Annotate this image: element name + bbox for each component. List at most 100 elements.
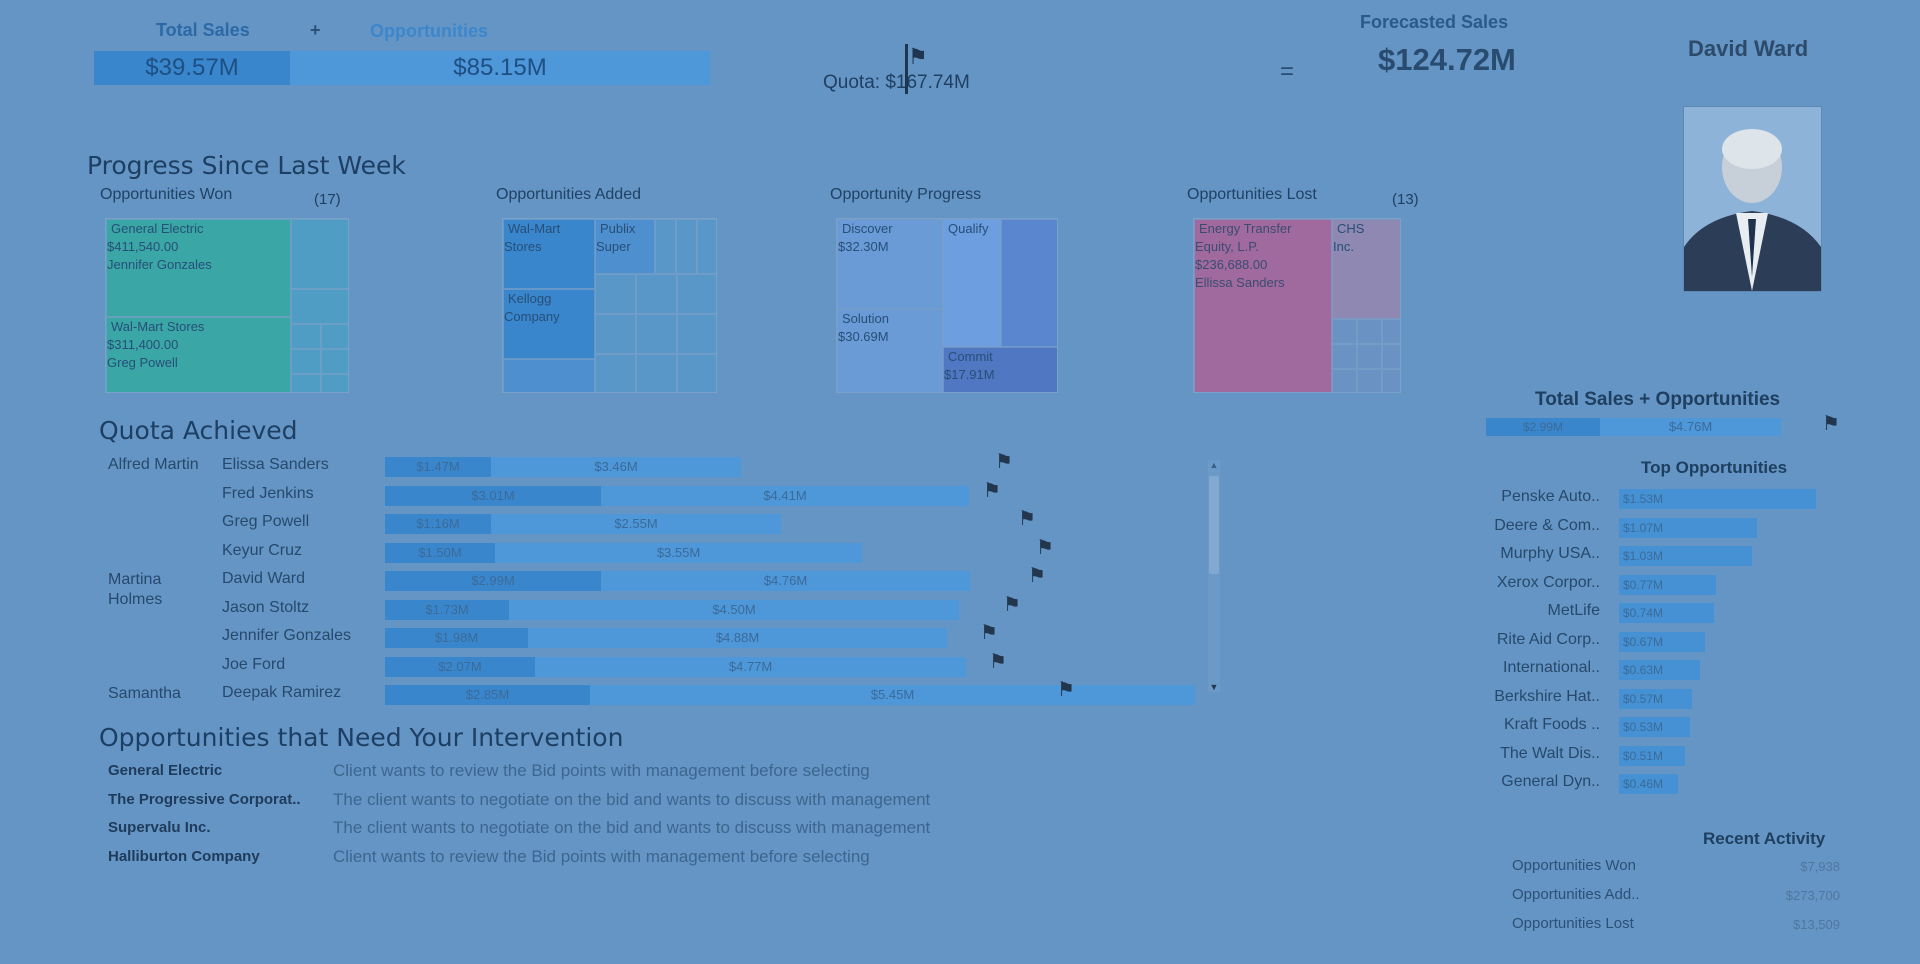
treemap-cell[interactable] [291, 374, 321, 392]
won-bar[interactable]: $2.85M [385, 685, 590, 705]
top-opp-name[interactable]: The Walt Dis.. [1490, 745, 1600, 763]
treemap-cell[interactable]: Discover $32.30M [837, 219, 943, 309]
treemap-cell[interactable] [697, 219, 716, 274]
top-opp-name[interactable]: Penske Auto.. [1490, 488, 1600, 506]
treemap-cell[interactable] [595, 274, 636, 314]
top-opp-bar[interactable]: $0.77M [1619, 574, 1716, 595]
top-opp-bar[interactable]: $1.07M [1619, 517, 1757, 538]
treemap-cell[interactable]: CHS Inc. [1332, 219, 1400, 319]
top-opp-name[interactable]: Xerox Corpor.. [1490, 574, 1600, 592]
treemap-cell[interactable] [636, 274, 677, 314]
treemap-cell[interactable]: Energy Transfer Equity, L.P. $236,688.00… [1194, 219, 1332, 392]
top-opp-bar[interactable]: $0.67M [1619, 631, 1705, 652]
won-bar[interactable]: $2.07M [385, 656, 535, 677]
opp-bar[interactable]: $4.88M [528, 628, 947, 648]
treemap-cell[interactable]: Kellogg Company [503, 289, 595, 359]
intervention-note: The client wants to negotiate on the bid… [333, 789, 931, 809]
top-opp-bar[interactable]: $0.74M [1619, 603, 1714, 623]
won-bar[interactable]: $3.01M [385, 485, 601, 506]
added-treemap[interactable]: Wal-Mart Stores Publix Super Kellogg Com… [502, 218, 717, 393]
treemap-cell[interactable] [321, 374, 348, 392]
treemap-cell[interactable] [291, 289, 348, 324]
treemap-cell[interactable] [1382, 344, 1400, 369]
recent-title: Recent Activity [1703, 829, 1826, 848]
treemap-cell[interactable] [1382, 369, 1400, 392]
opportunities-bar[interactable]: $85.15M [290, 51, 710, 85]
treemap-cell[interactable] [321, 324, 348, 349]
treemap-cell[interactable] [595, 314, 636, 354]
treemap-cell[interactable]: Commit $17.91M [943, 347, 1057, 392]
treemap-cell[interactable]: Wal-Mart Stores $311,400.00 Greg Powell [106, 317, 291, 392]
top-opp-name[interactable]: Rite Aid Corp.. [1490, 631, 1600, 649]
top-opp-bar[interactable]: $0.57M [1619, 688, 1692, 709]
treemap-cell[interactable] [1357, 369, 1382, 392]
treemap-cell[interactable] [1001, 219, 1057, 347]
top-opp-name[interactable]: Deere & Com.. [1490, 517, 1600, 535]
top-opp-name[interactable]: Berkshire Hat.. [1490, 688, 1600, 706]
top-opp-bar[interactable]: $0.63M [1619, 660, 1700, 680]
won-bar[interactable]: $1.50M [385, 542, 495, 563]
top-opp-bar[interactable]: $0.53M [1619, 717, 1690, 737]
top-opp-bar[interactable]: $1.03M [1619, 546, 1752, 566]
treemap-cell[interactable] [291, 219, 348, 289]
opp-bar[interactable]: $4.50M [509, 599, 959, 620]
treemap-cell[interactable]: General Electric $411,540.00 Jennifer Go… [106, 219, 291, 317]
treemap-cell[interactable] [677, 314, 716, 354]
treemap-cell[interactable] [321, 349, 348, 374]
opp-bar[interactable]: $2.55M [491, 514, 781, 534]
top-opp-name[interactable]: International.. [1490, 659, 1600, 677]
opp-bar[interactable]: $5.45M [590, 685, 1195, 705]
treemap-cell[interactable]: Solution $30.69M [837, 309, 943, 392]
company-link[interactable]: The Progressive Corporat.. [108, 791, 301, 808]
opp-bar[interactable]: $4.41M [601, 485, 969, 506]
treemap-cell[interactable]: Qualify [943, 219, 1001, 347]
won-bar[interactable]: $1.47M [385, 457, 491, 477]
treemap-cell[interactable] [676, 219, 697, 274]
opp-bar[interactable]: $3.55M [495, 542, 862, 563]
won-treemap[interactable]: General Electric $411,540.00 Jennifer Go… [105, 218, 349, 393]
treemap-cell[interactable] [503, 359, 595, 392]
scroll-down-icon[interactable]: ▼ [1208, 682, 1220, 692]
company-link[interactable]: Supervalu Inc. [108, 819, 211, 836]
won-bar[interactable]: $1.16M [385, 514, 491, 534]
treemap-cell[interactable] [636, 354, 677, 392]
total-sales-bar[interactable]: $39.57M [94, 51, 290, 85]
top-opp-bar[interactable]: $0.46M [1619, 774, 1678, 794]
treemap-cell[interactable] [1332, 344, 1357, 369]
company-link[interactable]: Halliburton Company [108, 848, 260, 865]
treemap-cell[interactable]: Publix Super [595, 219, 655, 274]
opp-bar[interactable]: $4.77M [535, 656, 966, 677]
tso-opp-bar[interactable]: $4.76M [1600, 418, 1781, 436]
lost-treemap[interactable]: Energy Transfer Equity, L.P. $236,688.00… [1193, 218, 1401, 393]
treemap-cell[interactable] [291, 324, 321, 349]
treemap-cell[interactable] [636, 314, 677, 354]
opp-bar[interactable]: $4.76M [601, 571, 970, 591]
scrollbar-thumb[interactable] [1209, 476, 1219, 574]
top-opp-bar[interactable]: $0.51M [1619, 745, 1685, 766]
company-link[interactable]: General Electric [108, 762, 222, 779]
treemap-cell[interactable] [1332, 319, 1357, 344]
treemap-cell[interactable] [677, 274, 716, 314]
treemap-cell[interactable] [595, 354, 636, 392]
treemap-cell[interactable] [1357, 344, 1382, 369]
tso-won-bar[interactable]: $2.99M [1486, 418, 1600, 436]
treemap-cell[interactable]: Wal-Mart Stores [503, 219, 595, 289]
opp-bar[interactable]: $3.46M [491, 457, 741, 477]
scroll-up-icon[interactable]: ▲ [1208, 460, 1220, 470]
won-bar[interactable]: $1.73M [385, 599, 509, 620]
top-opp-name[interactable]: Murphy USA.. [1490, 545, 1600, 563]
opp-progress-treemap[interactable]: Discover $32.30M Qualify Solution $30.69… [836, 218, 1058, 393]
treemap-cell[interactable] [1332, 369, 1357, 392]
treemap-cell[interactable] [1382, 319, 1400, 344]
won-bar[interactable]: $1.98M [385, 628, 528, 648]
treemap-cell[interactable] [655, 219, 676, 274]
top-opp-name[interactable]: Kraft Foods .. [1490, 716, 1600, 734]
treemap-cell[interactable] [677, 354, 716, 392]
won-bar[interactable]: $2.99M [385, 571, 601, 591]
top-opp-bar[interactable]: $1.53M [1619, 489, 1816, 509]
top-opp-name[interactable]: General Dyn.. [1490, 773, 1600, 791]
treemap-cell[interactable] [291, 349, 321, 374]
treemap-cell[interactable] [1357, 319, 1382, 344]
scrollbar[interactable]: ▲ ▼ [1208, 460, 1220, 692]
top-opp-name[interactable]: MetLife [1490, 602, 1600, 620]
